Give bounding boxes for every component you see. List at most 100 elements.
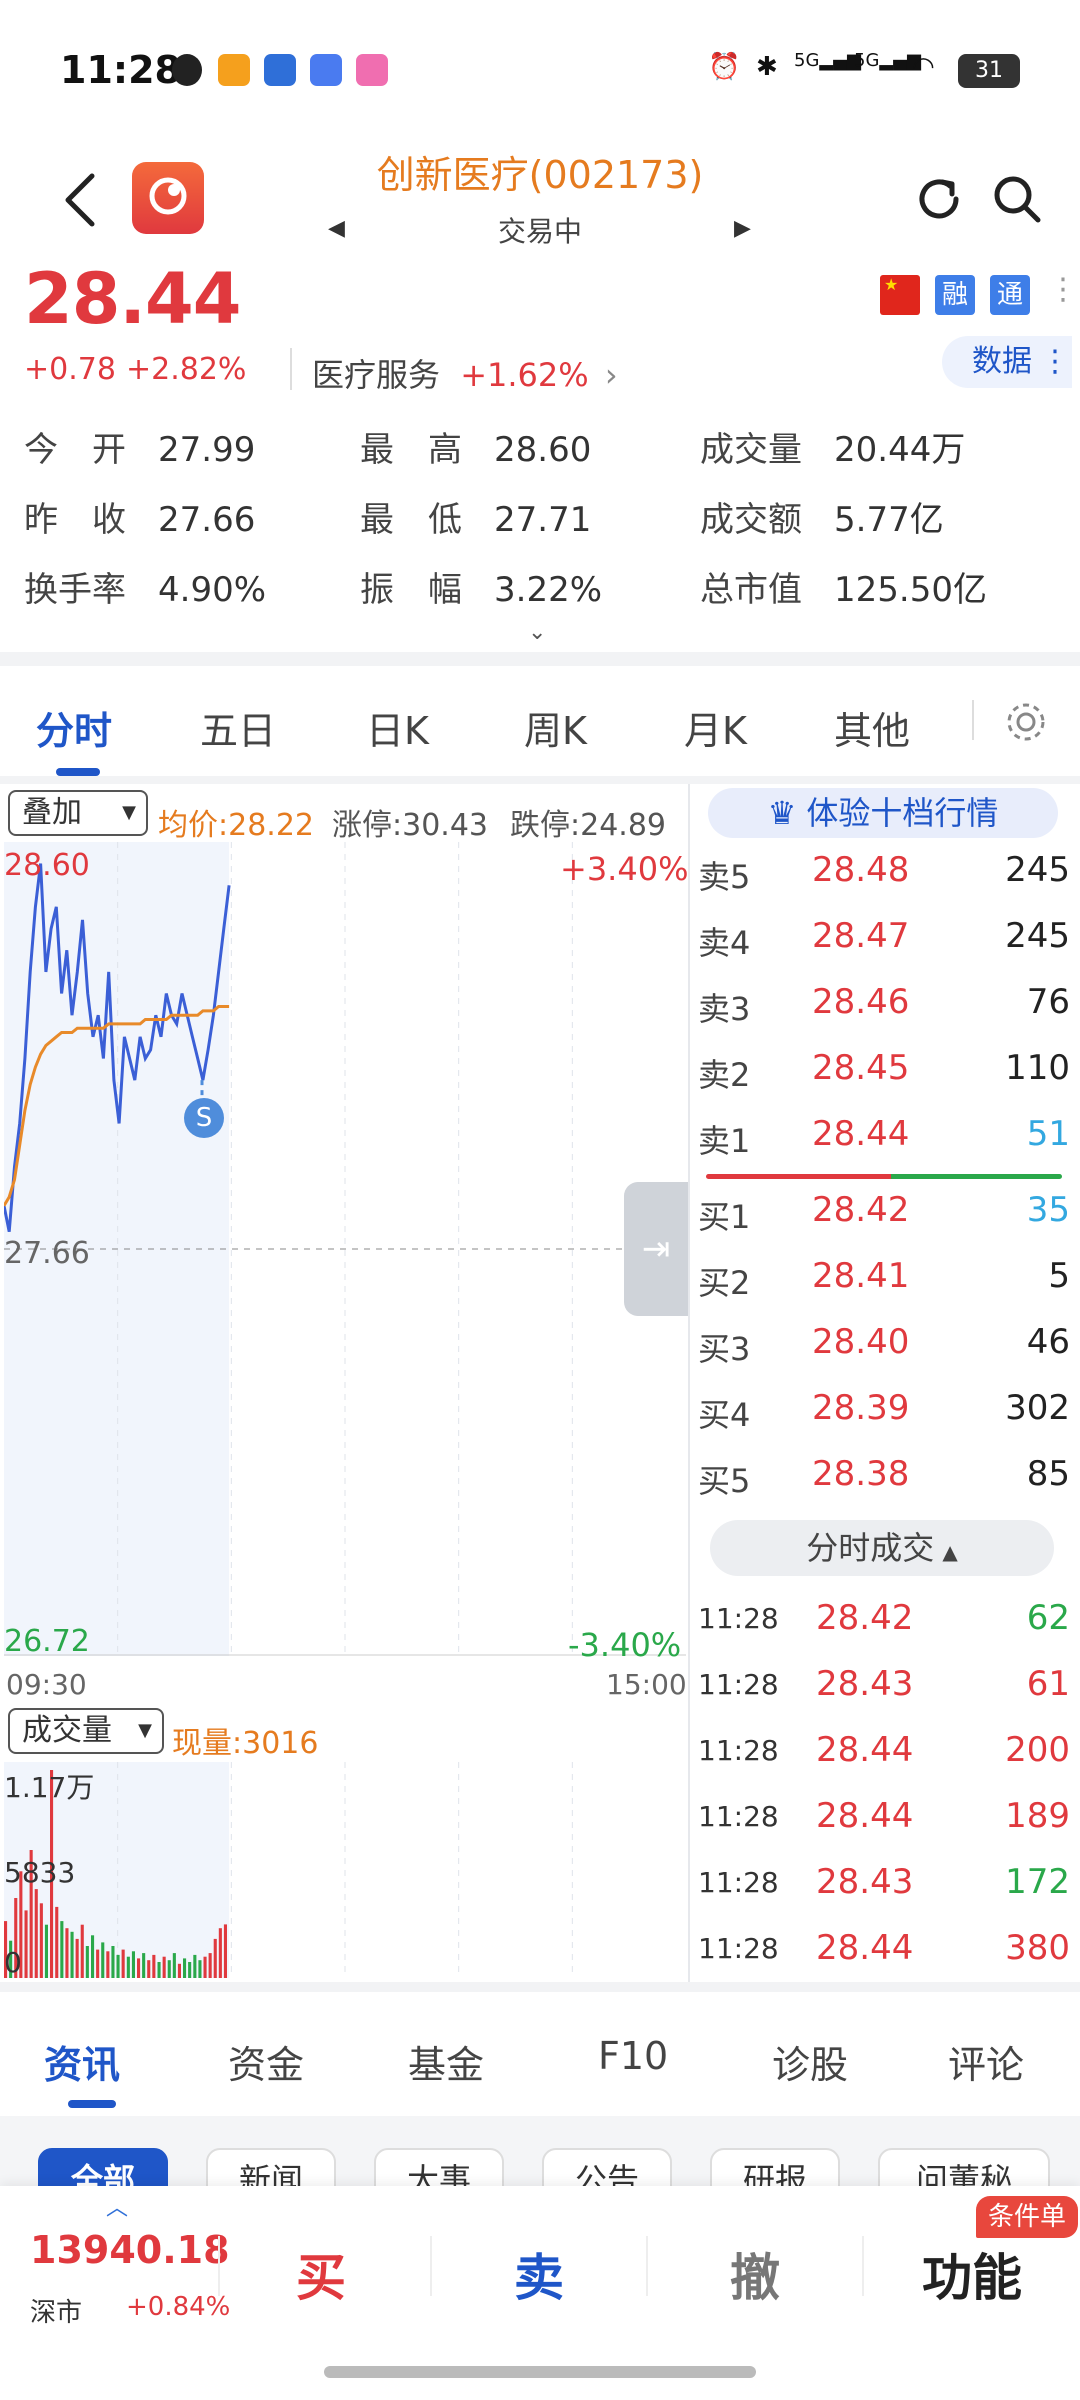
volume-bar — [34, 1889, 38, 1978]
bar-separator — [646, 2236, 648, 2296]
chart-tab[interactable]: 分时 — [36, 700, 112, 755]
chart-tab[interactable]: 其他 — [834, 700, 910, 755]
index-percent: +0.84% — [126, 2292, 231, 2322]
sell-button[interactable]: 卖 — [514, 2238, 564, 2310]
bid-price: 28.38 — [812, 1454, 910, 1494]
signal-icon-1: 5G▂▄▆ — [794, 50, 861, 71]
news-tab[interactable]: 资金 — [228, 2034, 304, 2089]
volume-bar — [147, 1960, 151, 1978]
bid-volume: 302 — [1005, 1388, 1070, 1428]
sector-name: 医疗服务 — [312, 356, 441, 394]
section-separator — [0, 776, 1080, 784]
bid-label: 买1 — [698, 1198, 751, 1236]
tick-price: 28.44 — [816, 1730, 914, 1770]
intraday-price-chart[interactable] — [4, 842, 686, 1656]
bar-separator — [430, 2236, 432, 2296]
chart-tab[interactable]: 五日 — [200, 700, 276, 755]
bid-price: 28.42 — [812, 1190, 910, 1230]
ask-label: 卖1 — [698, 1122, 751, 1160]
tick-volume: 189 — [1005, 1796, 1070, 1836]
chevron-right-icon: › — [604, 356, 618, 394]
news-tab[interactable]: 资讯 — [44, 2034, 120, 2089]
volume-chart[interactable] — [4, 1762, 686, 1982]
active-tab-indicator — [56, 768, 100, 776]
expand-chevron-icon[interactable]: ⌄ — [528, 620, 546, 645]
tick-trades-button[interactable]: 分时成交 ▲ — [710, 1520, 1054, 1576]
volume-bar — [101, 1942, 105, 1978]
overlay-select[interactable]: 叠加 ▼ — [8, 790, 148, 836]
alarm-icon: ⏰ — [708, 52, 741, 82]
current-volume: 现量:3016 — [172, 1726, 319, 1761]
stat-value: 3.22% — [494, 570, 603, 610]
ask-row[interactable]: 卖2 28.45 110 — [698, 1036, 1070, 1104]
ask-row[interactable]: 卖4 28.47 245 — [698, 904, 1070, 972]
chart-tab[interactable]: 周K — [524, 700, 587, 755]
tick-time: 11:28 — [698, 1866, 779, 1899]
caret-down-icon: ▼ — [138, 1720, 152, 1741]
status-time: 11:28 — [60, 48, 181, 92]
bid-row[interactable]: 买1 28.42 35 — [698, 1178, 1070, 1246]
ask-row[interactable]: 卖5 28.48 245 — [698, 838, 1070, 906]
home-indicator[interactable] — [324, 2366, 756, 2378]
bid-row[interactable]: 买5 28.38 85 — [698, 1442, 1070, 1510]
news-tab[interactable]: 诊股 — [772, 2034, 848, 2089]
expand-caret-icon[interactable]: ︿ — [106, 2190, 128, 2222]
ask-row[interactable]: 卖1 28.44 51 — [698, 1102, 1070, 1170]
bid-label: 买2 — [698, 1264, 751, 1302]
volume-bar — [75, 1938, 79, 1978]
collapse-orderbook-handle[interactable]: ⇥ — [624, 1182, 688, 1316]
volume-bar — [60, 1921, 64, 1978]
app-notification-icon-1 — [218, 54, 250, 86]
index-value[interactable]: 13940.18 — [30, 2228, 230, 2272]
next-stock-arrow-icon[interactable]: ▶ — [734, 216, 751, 241]
chart-start-time: 09:30 — [6, 1668, 87, 1701]
connect-tag[interactable]: 通 — [990, 275, 1030, 315]
sell-signal-marker[interactable]: S — [184, 1098, 224, 1138]
stat-value: 28.60 — [494, 430, 592, 470]
price-change: +0.78 — [24, 352, 116, 387]
news-tab[interactable]: 评论 — [948, 2034, 1024, 2089]
chart-low-label: 26.72 — [4, 1624, 90, 1659]
volume-bar — [116, 1954, 120, 1978]
ask-price: 28.44 — [812, 1114, 910, 1154]
volume-bar — [193, 1954, 197, 1978]
bar-separator — [862, 2236, 864, 2296]
buy-button[interactable]: 买 — [296, 2238, 346, 2310]
stat-value: 27.66 — [158, 500, 256, 540]
tick-row: 11:28 28.42 62 — [698, 1586, 1070, 1652]
wifi-icon: ◠ — [912, 52, 935, 82]
ask-row[interactable]: 卖3 28.46 76 — [698, 970, 1070, 1038]
ask-label: 卖2 — [698, 1056, 751, 1094]
stat-label: 成交量 — [700, 430, 802, 470]
refresh-icon[interactable] — [912, 172, 966, 226]
chart-divider — [688, 784, 690, 1984]
volume-bar — [162, 1956, 166, 1978]
function-button[interactable]: 功能 — [922, 2238, 1022, 2310]
cancel-order-button[interactable]: 撤 — [730, 2238, 780, 2310]
settings-gear-icon[interactable] — [1004, 700, 1048, 744]
chart-tab[interactable]: 日K — [366, 700, 429, 755]
vol-zero-label: 0 — [4, 1946, 22, 1979]
data-button[interactable]: 数据 ⋮ — [942, 336, 1072, 388]
tick-volume: 380 — [1005, 1928, 1070, 1968]
volume-bar — [167, 1960, 171, 1978]
volume-select[interactable]: 成交量 ▼ — [8, 1708, 164, 1754]
tick-price: 28.43 — [816, 1862, 914, 1902]
more-dots-icon[interactable]: ⋮ — [1048, 272, 1078, 307]
search-icon[interactable] — [990, 172, 1044, 226]
bid-row[interactable]: 买2 28.41 5 — [698, 1244, 1070, 1312]
chart-tab[interactable]: 月K — [684, 700, 747, 755]
stat-label: 换手率 — [24, 570, 126, 610]
stat-item: 振 幅 3.22% — [360, 562, 602, 611]
news-tab[interactable]: 基金 — [408, 2034, 484, 2089]
news-tab[interactable]: F10 — [598, 2034, 668, 2078]
tick-time: 11:28 — [698, 1932, 779, 1965]
level10-quote-button[interactable]: ♛ 体验十档行情 — [708, 788, 1058, 838]
sector-link[interactable]: 医疗服务 +1.62% › — [312, 350, 618, 396]
stat-label: 今 开 — [24, 430, 126, 470]
bid-row[interactable]: 买4 28.39 302 — [698, 1376, 1070, 1444]
margin-tag[interactable]: 融 — [935, 275, 975, 315]
conditional-order-badge[interactable]: 条件单 — [976, 2196, 1079, 2238]
bid-row[interactable]: 买3 28.40 46 — [698, 1310, 1070, 1378]
status-bar: 11:28 ⏰ ✱ 5G▂▄▆ 5G▂▄▆ ◠ 31 — [0, 0, 1080, 140]
